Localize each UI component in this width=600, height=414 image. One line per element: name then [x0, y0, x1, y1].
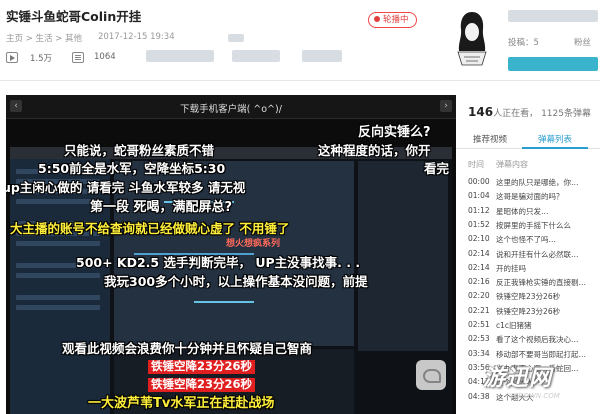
blurred-meta [228, 34, 244, 42]
list-header: 时间 弹幕内容 [456, 157, 600, 171]
blurred-stat-1 [146, 50, 214, 62]
video-player[interactable]: ‹ 下载手机客户端( ^o^)/ › 想火想疯系列 反向实锤么? 只能说，蛇哥粉… [6, 95, 456, 414]
next-arrow-icon[interactable]: › [440, 100, 452, 112]
list-item-time: 02:16 [468, 277, 490, 287]
list-item-content: 按屏里的手摇下什么么 [496, 220, 571, 230]
list-item-content: 看了这个视频后我决心… [496, 335, 579, 345]
speech-bubble-icon [416, 360, 446, 390]
list-item-time: 02:53 [468, 334, 490, 344]
danmaku-comment: 5:50前全是水军，空降坐标5:30 [38, 161, 226, 176]
list-item-content: 星昭体的只发… [496, 206, 549, 216]
list-item[interactable]: 02:14 开的挂吗 [456, 261, 600, 273]
list-item[interactable]: 00:00 这里的队只是哪绝，你… [456, 175, 600, 187]
list-item-content: 这哥是骗对面的吗？ [496, 192, 564, 202]
list-item-time: 01:12 [468, 205, 490, 215]
list-item-time: 02:51 [468, 320, 490, 329]
list-item[interactable]: 02:16 反正我锋枪实锤的直接剔… [456, 275, 600, 287]
header-divider [0, 80, 600, 81]
meta-line: 主页 > 生活 > 其他 2017-12-15 19:34 [6, 32, 244, 44]
danmaku-comment: 大主播的账号不给查询就已经做贼心虚了 不用锤了 [10, 221, 290, 236]
danmaku-comment: 一大波芦苇Tv水军正在赶赴战场 [88, 396, 275, 411]
list-item-time: 02:10 [468, 234, 490, 244]
danmaku-comment: 反向实锤么? [358, 125, 431, 140]
danmaku-comment: 铁锤空降23分26秒 [148, 378, 256, 392]
danmaku-comment: 500+ KD2.5 选手判断完毕， UP主没事找事. . . [76, 255, 361, 270]
danmaku-count-icon [72, 52, 84, 63]
live-badge-label: 轮播中 [383, 15, 409, 25]
uploader-stats: 投稿：5 粉丝 [508, 36, 591, 48]
list-item-time: 01:04 [468, 191, 490, 201]
list-item-time: 02:21 [468, 305, 490, 315]
online-count: 146人正在看， 1125条弹幕 [468, 105, 591, 119]
play-count: 1.5万 [30, 54, 53, 64]
player-top-title[interactable]: 下载手机客户端( ^o^)/ [6, 101, 456, 115]
uploader-posts: 投稿：5 [508, 38, 539, 48]
list-item-content: 开的挂吗 [496, 263, 526, 273]
blurred-uploader-name [508, 10, 598, 22]
list-item[interactable]: 02:53 看了这个视频后我决心… [456, 332, 600, 344]
panel-tabs: 推荐视频 弹幕列表 [456, 131, 600, 149]
brand-domain: YXDOWN.COM [509, 392, 560, 400]
uploader-fans-label: 粉丝 [574, 38, 592, 48]
danmaku-comment: 看完 [424, 161, 450, 176]
live-badge: 轮播中 [368, 12, 417, 28]
list-item-time: 02:20 [468, 291, 490, 301]
list-item[interactable]: 01:52 按屏里的手摇下什么么 [456, 218, 600, 230]
play-count-icon [6, 52, 18, 63]
list-item-content: 这里的队只是哪绝，你… [496, 178, 579, 187]
list-item[interactable]: 03:34 移动部不要哥当即起打起… [456, 347, 600, 359]
danmaku-comment: 铁锤空降23分26秒 [148, 360, 256, 374]
danmaku-comment: 这种程度的话，你开 [318, 143, 431, 158]
screen-right-pane [358, 161, 448, 351]
tab-recommended[interactable]: 推荐视频 [462, 131, 518, 149]
danmaku-total: 1125条弹幕 [541, 109, 591, 119]
list-item-content: 铁锤空降23分26秒 [496, 306, 561, 316]
list-item-content: c1c旧猪猪 [496, 321, 532, 330]
blurred-stat-3 [302, 50, 342, 62]
list-item[interactable]: 02:21 铁锤空降23分26秒 [456, 304, 600, 316]
list-item[interactable]: 02:10 这个也怪不了吗… [456, 232, 600, 244]
blurred-stat-2 [232, 50, 280, 62]
column-time: 时间 [468, 160, 484, 169]
upload-date: 2017-12-15 19:34 [98, 32, 175, 42]
list-item-content: 移动部不要哥当即起打起… [496, 349, 586, 359]
list-item-content: 铁锤空降23分26秒 [496, 292, 561, 302]
list-item-content: 这个也怪不了吗… [496, 235, 556, 245]
danmaku-comment: 观看此视频会浪费你十分钟并且怀疑自己智商 [62, 341, 313, 356]
online-label: 人正在看， [493, 109, 539, 119]
danmaku-comment: 只能说，蛇哥粉丝素质不错 [64, 143, 215, 158]
list-item-content: 说和开挂有什么必然联… [496, 249, 579, 259]
list-item[interactable]: 01:04 这哥是骗对面的吗？ [456, 189, 600, 201]
screen-banner: 想火想疯系列 [226, 239, 281, 249]
list-item-time: 01:52 [468, 219, 490, 229]
follow-button[interactable] [508, 57, 598, 71]
screen-left-pane [10, 159, 110, 414]
tab-danmaku-list[interactable]: 弹幕列表 [522, 131, 588, 149]
danmaku-count: 1064 [94, 52, 116, 62]
list-item-time: 04:38 [468, 391, 490, 401]
online-number: 146 [468, 105, 494, 119]
list-item[interactable]: 02:20 铁锤空降23分26秒 [456, 289, 600, 301]
list-item[interactable]: 01:12 星昭体的只发… [456, 204, 600, 216]
list-item-time: 00:00 [468, 177, 490, 186]
danmaku-comment: 第一段 死喝，满配屏总? [90, 200, 233, 215]
list-item-time: 03:34 [468, 348, 490, 358]
danmaku-comment: up主闲心做的 请看完 斗鱼水军较多 请无视 [6, 180, 246, 195]
player-top-bar: ‹ 下载手机客户端( ^o^)/ › [6, 95, 456, 119]
column-content: 弹幕内容 [496, 160, 528, 169]
brand-watermark: 游迅网 [483, 366, 553, 391]
list-item[interactable]: 02:14 说和开挂有什么必然联… [456, 247, 600, 259]
uploader-avatar[interactable] [450, 8, 494, 70]
list-item-time: 02:14 [468, 262, 490, 272]
video-title: 实锤斗鱼蛇哥Colin开挂 [6, 9, 142, 24]
list-item-time: 02:14 [468, 248, 490, 258]
breadcrumb[interactable]: 主页 > 生活 > 其他 [6, 34, 82, 44]
list-item[interactable]: 02:51 c1c旧猪猪 [456, 318, 600, 330]
dot-icon [374, 16, 380, 22]
list-item-content: 反正我锋枪实锤的直接剔… [496, 278, 586, 288]
danmaku-comment: 我玩300多个小时，以上操作基本没问题，前提 [104, 274, 368, 289]
